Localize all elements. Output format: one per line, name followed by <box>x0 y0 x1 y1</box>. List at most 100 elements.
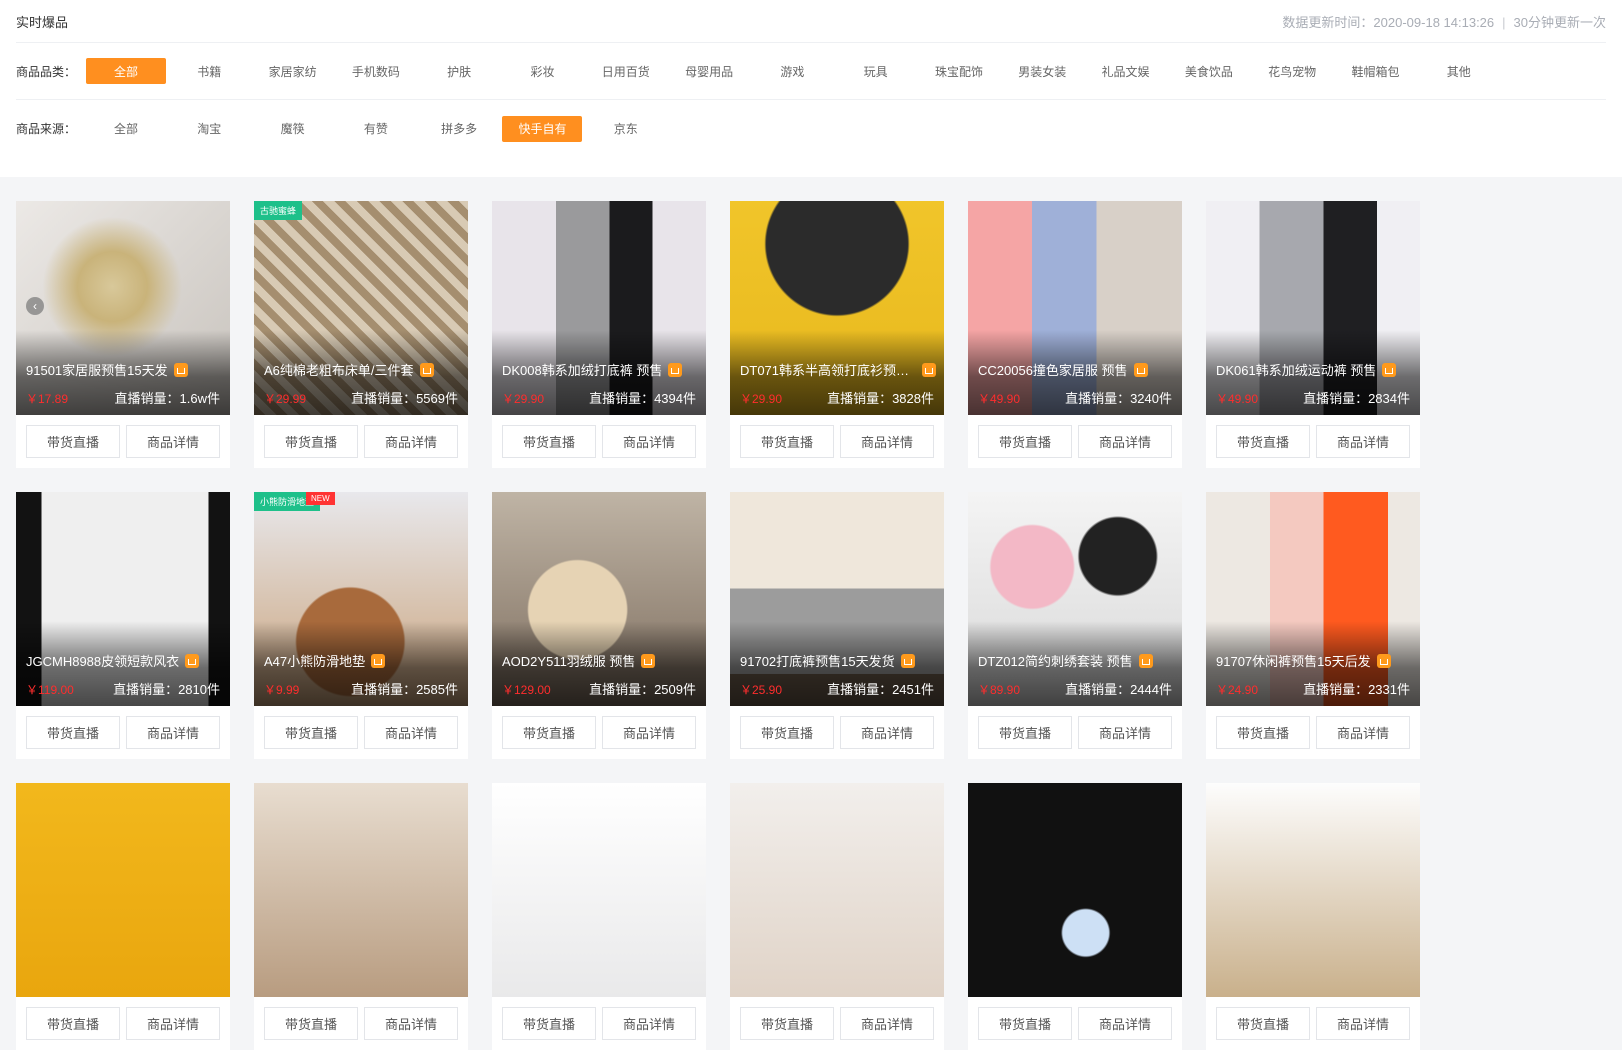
product-detail-button[interactable]: 商品详情 <box>126 716 220 749</box>
product-detail-button[interactable]: 商品详情 <box>602 1007 696 1040</box>
product-card[interactable]: 带货直播 商品详情 <box>492 783 706 1050</box>
update-info: 数据更新时间：2020-09-18 14:13:26 | 30分钟更新一次 <box>1282 12 1606 31</box>
product-card[interactable]: ‹ 91501家居服预售15天发 ￥17.89 直播销量：1.6w件带货直播 商品详情 <box>16 201 230 468</box>
product-thumbnail[interactable]: 古驰蜜蜂 A6纯棉老粗布床单/三件套 ￥29.99 直播销量：5569件 <box>254 201 468 415</box>
category-option[interactable]: 手机数码 <box>336 58 416 84</box>
live-stream-button[interactable]: 带货直播 <box>26 1007 120 1040</box>
product-detail-button[interactable]: 商品详情 <box>840 1007 934 1040</box>
product-thumbnail[interactable]: 小熊防滑地垫 NEW A47小熊防滑地垫 ￥9.99 直播销量：2585件 <box>254 492 468 706</box>
product-detail-button[interactable]: 商品详情 <box>126 1007 220 1040</box>
product-card[interactable]: DT071韩系半高领打底衫预售... ￥29.90 直播销量：3828件带货直播 商品… <box>730 201 944 468</box>
product-card[interactable]: 91707休闲裤预售15天后发 ￥24.90 直播销量：2331件带货直播 商品详情 <box>1206 492 1420 759</box>
live-stream-button[interactable]: 带货直播 <box>740 716 834 749</box>
product-detail-button[interactable]: 商品详情 <box>1078 716 1172 749</box>
product-detail-button[interactable]: 商品详情 <box>602 425 696 458</box>
live-stream-button[interactable]: 带货直播 <box>502 425 596 458</box>
product-thumbnail[interactable]: ‹ 91501家居服预售15天发 ￥17.89 直播销量：1.6w件 <box>16 201 230 415</box>
live-stream-button[interactable]: 带货直播 <box>26 716 120 749</box>
product-thumbnail[interactable] <box>16 783 230 997</box>
chevron-left-icon[interactable]: ‹ <box>26 297 44 315</box>
live-stream-button[interactable]: 带货直播 <box>502 716 596 749</box>
product-detail-button[interactable]: 商品详情 <box>602 716 696 749</box>
product-thumbnail[interactable] <box>492 783 706 997</box>
product-thumbnail[interactable] <box>968 783 1182 997</box>
product-card[interactable]: 带货直播 商品详情 <box>968 783 1182 1050</box>
product-detail-button[interactable]: 商品详情 <box>840 425 934 458</box>
product-detail-button[interactable]: 商品详情 <box>1316 425 1410 458</box>
live-stream-button[interactable]: 带货直播 <box>978 425 1072 458</box>
product-thumbnail[interactable] <box>730 783 944 997</box>
live-stream-button[interactable]: 带货直播 <box>1216 1007 1310 1040</box>
category-option[interactable]: 全部 <box>86 58 166 84</box>
product-card[interactable]: 91702打底裤预售15天发货 ￥25.90 直播销量：2451件带货直播 商品详情 <box>730 492 944 759</box>
source-option[interactable]: 京东 <box>586 116 666 142</box>
category-option[interactable]: 书籍 <box>169 58 249 84</box>
product-thumbnail[interactable]: DTZ012简约刺绣套装 预售 ￥89.90 直播销量：2444件 <box>968 492 1182 706</box>
category-option[interactable]: 珠宝配饰 <box>919 58 999 84</box>
product-thumbnail[interactable]: DK061韩系加绒运动裤 预售 ￥49.90 直播销量：2834件 <box>1206 201 1420 415</box>
product-detail-button[interactable]: 商品详情 <box>1316 716 1410 749</box>
product-detail-button[interactable]: 商品详情 <box>126 425 220 458</box>
product-card[interactable]: AOD2Y511羽绒服 预售 ￥129.00 直播销量：2509件带货直播 商品详情 <box>492 492 706 759</box>
live-stream-button[interactable]: 带货直播 <box>978 1007 1072 1040</box>
category-option[interactable]: 游戏 <box>752 58 832 84</box>
product-thumbnail[interactable]: 91707休闲裤预售15天后发 ￥24.90 直播销量：2331件 <box>1206 492 1420 706</box>
category-option[interactable]: 母婴用品 <box>669 58 749 84</box>
product-card[interactable]: 带货直播 商品详情 <box>254 783 468 1050</box>
product-thumbnail[interactable] <box>254 783 468 997</box>
source-option[interactable]: 淘宝 <box>169 116 249 142</box>
source-option[interactable]: 有赞 <box>336 116 416 142</box>
live-stream-button[interactable]: 带货直播 <box>502 1007 596 1040</box>
product-thumbnail[interactable]: DT071韩系半高领打底衫预售... ￥29.90 直播销量：3828件 <box>730 201 944 415</box>
category-option[interactable]: 家居家纺 <box>253 58 333 84</box>
category-option[interactable]: 礼品文娱 <box>1086 58 1166 84</box>
product-price: ￥29.90 <box>502 392 545 406</box>
live-stream-button[interactable]: 带货直播 <box>26 425 120 458</box>
product-card[interactable]: DK061韩系加绒运动裤 预售 ￥49.90 直播销量：2834件带货直播 商品详情 <box>1206 201 1420 468</box>
product-card[interactable]: 小熊防滑地垫 NEW A47小熊防滑地垫 ￥9.99 直播销量：2585件带货直播 商品详… <box>254 492 468 759</box>
product-thumbnail[interactable]: DK008韩系加绒打底裤 预售 ￥29.90 直播销量：4394件 <box>492 201 706 415</box>
live-stream-button[interactable]: 带货直播 <box>740 425 834 458</box>
live-stream-button[interactable]: 带货直播 <box>1216 716 1310 749</box>
live-stream-button[interactable]: 带货直播 <box>1216 425 1310 458</box>
source-option[interactable]: 魔筷 <box>253 116 333 142</box>
category-option[interactable]: 鞋帽箱包 <box>1335 58 1415 84</box>
product-card[interactable]: DK008韩系加绒打底裤 预售 ￥29.90 直播销量：4394件带货直播 商品详情 <box>492 201 706 468</box>
product-card[interactable]: JGCMH8988皮领短款风衣 ￥119.00 直播销量：2810件带货直播 商品详情 <box>16 492 230 759</box>
product-detail-button[interactable]: 商品详情 <box>1078 1007 1172 1040</box>
product-detail-button[interactable]: 商品详情 <box>364 716 458 749</box>
product-detail-button[interactable]: 商品详情 <box>364 425 458 458</box>
product-thumbnail[interactable]: AOD2Y511羽绒服 预售 ￥129.00 直播销量：2509件 <box>492 492 706 706</box>
category-option[interactable]: 玩具 <box>836 58 916 84</box>
live-stream-button[interactable]: 带货直播 <box>740 1007 834 1040</box>
product-detail-button[interactable]: 商品详情 <box>1078 425 1172 458</box>
product-thumbnail[interactable] <box>1206 783 1420 997</box>
live-stream-button[interactable]: 带货直播 <box>264 425 358 458</box>
category-option[interactable]: 其他 <box>1419 58 1499 84</box>
product-card[interactable]: DTZ012简约刺绣套装 预售 ￥89.90 直播销量：2444件带货直播 商品详情 <box>968 492 1182 759</box>
source-option[interactable]: 快手自有 <box>502 115 583 142</box>
source-option[interactable]: 拼多多 <box>419 116 499 142</box>
product-detail-button[interactable]: 商品详情 <box>1316 1007 1410 1040</box>
category-option[interactable]: 男装女装 <box>1002 58 1082 84</box>
product-card[interactable]: 带货直播 商品详情 <box>16 783 230 1050</box>
source-option[interactable]: 全部 <box>86 116 166 142</box>
product-detail-button[interactable]: 商品详情 <box>840 716 934 749</box>
product-card[interactable]: 带货直播 商品详情 <box>1206 783 1420 1050</box>
shop-icon <box>1382 362 1397 377</box>
product-detail-button[interactable]: 商品详情 <box>364 1007 458 1040</box>
product-thumbnail[interactable]: 91702打底裤预售15天发货 ￥25.90 直播销量：2451件 <box>730 492 944 706</box>
category-option[interactable]: 护肤 <box>419 58 499 84</box>
category-option[interactable]: 美食饮品 <box>1169 58 1249 84</box>
product-card[interactable]: CC20056撞色家居服 预售 ￥49.90 直播销量：3240件带货直播 商品详情 <box>968 201 1182 468</box>
category-option[interactable]: 日用百货 <box>586 58 666 84</box>
category-option[interactable]: 彩妆 <box>502 58 582 84</box>
live-stream-button[interactable]: 带货直播 <box>264 716 358 749</box>
live-stream-button[interactable]: 带货直播 <box>264 1007 358 1040</box>
live-stream-button[interactable]: 带货直播 <box>978 716 1072 749</box>
product-card[interactable]: 古驰蜜蜂 A6纯棉老粗布床单/三件套 ￥29.99 直播销量：5569件带货直播 商品详… <box>254 201 468 468</box>
product-thumbnail[interactable]: JGCMH8988皮领短款风衣 ￥119.00 直播销量：2810件 <box>16 492 230 706</box>
category-option[interactable]: 花鸟宠物 <box>1252 58 1332 84</box>
product-card[interactable]: 带货直播 商品详情 <box>730 783 944 1050</box>
product-thumbnail[interactable]: CC20056撞色家居服 预售 ￥49.90 直播销量：3240件 <box>968 201 1182 415</box>
